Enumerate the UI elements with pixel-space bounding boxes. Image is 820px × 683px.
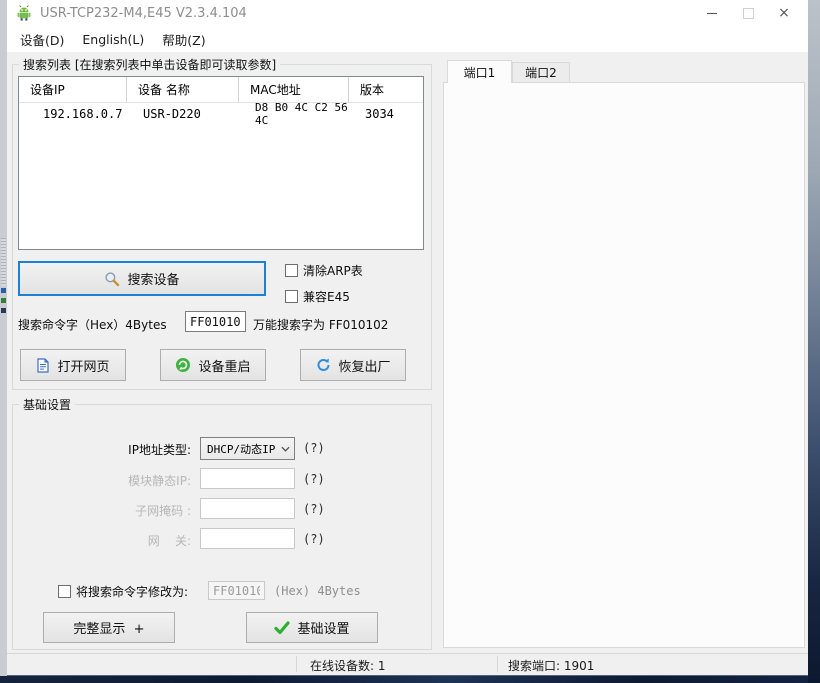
device-table-header: 设备IP 设备 名称 MAC地址 版本	[19, 77, 423, 103]
minimize-button[interactable]	[694, 0, 730, 26]
menu-bar: 设备(D) English(L) 帮助(Z)	[7, 26, 808, 52]
search-cmd-label: 搜索命令字（Hex）4Bytes	[18, 316, 167, 333]
static-ip-input[interactable]	[200, 468, 295, 489]
col-version: 版本	[349, 77, 423, 102]
online-devices-status: 在线设备数: 1	[310, 657, 386, 674]
cell-version: 3034	[349, 107, 423, 121]
search-list-group-title: 搜索列表 [在搜索列表中单击设备即可读取参数]	[19, 56, 280, 73]
modify-cmd-checkbox[interactable]: 将搜索命令字修改为:	[58, 583, 188, 600]
checkbox-icon	[285, 264, 298, 277]
basic-settings-apply-button[interactable]: 基础设置	[246, 612, 378, 643]
background-mini-icon	[1, 288, 6, 293]
tab-port1-label: 端口1	[464, 64, 496, 81]
col-device-name: 设备 名称	[127, 77, 239, 102]
app-robot-icon	[16, 5, 32, 21]
background-mini-icon	[1, 308, 6, 313]
window-title: USR-TCP232-M4,E45 V2.3.4.104	[40, 6, 247, 21]
search-device-button[interactable]: 搜索设备	[18, 261, 266, 296]
basic-settings-apply-label: 基础设置	[297, 618, 349, 637]
help-link[interactable]: (?)	[303, 441, 325, 455]
modify-cmd-input[interactable]	[208, 581, 265, 600]
gateway-input[interactable]	[200, 528, 295, 549]
ip-type-label: IP地址类型:	[79, 441, 191, 458]
static-ip-label: 模块静态IP:	[79, 472, 191, 489]
background-scrollbar-texture	[1, 238, 6, 286]
background-mini-icon	[1, 298, 6, 303]
minimize-icon	[707, 13, 717, 14]
chevron-down-icon	[281, 446, 290, 452]
port1-tab-page	[443, 82, 805, 648]
compat-e45-checkbox[interactable]: 兼容E45	[285, 288, 350, 305]
tab-port1[interactable]: 端口1	[447, 60, 512, 83]
webpage-icon	[36, 358, 50, 373]
cell-device-name: USR-D220	[127, 107, 239, 121]
menu-english[interactable]: English(L)	[73, 29, 153, 50]
desktop-background	[808, 0, 820, 683]
col-mac: MAC地址	[239, 77, 349, 102]
universal-cmd-text: 万能搜索字为 FF010102	[253, 316, 388, 333]
clear-arp-checkbox[interactable]: 清除ARP表	[285, 262, 363, 279]
full-display-label: 完整显示 +	[73, 618, 144, 637]
close-icon: ×	[778, 6, 790, 20]
modify-cmd-label: 将搜索命令字修改为:	[76, 583, 188, 600]
compat-e45-label: 兼容E45	[303, 288, 350, 305]
status-separator	[497, 656, 498, 672]
restart-device-label: 设备重启	[198, 356, 250, 375]
open-webpage-button[interactable]: 打开网页	[20, 349, 126, 381]
close-button[interactable]: ×	[766, 0, 802, 26]
search-icon	[104, 271, 120, 287]
restart-device-button[interactable]: 设备重启	[160, 349, 266, 381]
maximize-icon	[743, 8, 754, 19]
clear-arp-label: 清除ARP表	[303, 262, 363, 279]
search-cmd-input[interactable]	[185, 311, 246, 332]
full-display-button[interactable]: 完整显示 +	[43, 612, 175, 643]
status-separator	[296, 656, 297, 672]
ip-type-value: DHCP/动态IP	[207, 441, 275, 457]
status-bar	[7, 653, 808, 675]
tab-port2-label: 端口2	[525, 64, 557, 81]
gateway-label: 网 关:	[79, 532, 191, 549]
help-link[interactable]: (?)	[303, 472, 325, 486]
maximize-button[interactable]	[730, 0, 766, 26]
subnet-mask-input[interactable]	[200, 498, 295, 519]
search-device-label: 搜索设备	[127, 269, 179, 288]
cell-mac: D8 B0 4C C2 56 4C	[239, 101, 349, 127]
checkbox-icon	[285, 290, 298, 303]
menu-help[interactable]: 帮助(Z)	[153, 27, 214, 52]
device-table: 设备IP 设备 名称 MAC地址 版本 192.168.0.7 USR-D220…	[18, 76, 424, 250]
factory-reset-label: 恢复出厂	[338, 356, 390, 375]
open-webpage-label: 打开网页	[57, 356, 109, 375]
factory-reset-button[interactable]: 恢复出厂	[300, 349, 406, 381]
table-row[interactable]: 192.168.0.7 USR-D220 D8 B0 4C C2 56 4C 3…	[19, 103, 423, 125]
help-link[interactable]: (?)	[303, 502, 325, 516]
factory-reset-icon	[315, 357, 331, 373]
basic-settings-group-title: 基础设置	[19, 396, 75, 413]
subnet-mask-label: 子网掩码 :	[79, 502, 191, 519]
ip-type-combo[interactable]: DHCP/动态IP	[200, 437, 295, 460]
menu-device[interactable]: 设备(D)	[11, 27, 73, 52]
title-bar: USR-TCP232-M4,E45 V2.3.4.104 ×	[7, 0, 808, 26]
tab-port2[interactable]: 端口2	[512, 62, 570, 83]
check-icon	[274, 621, 290, 635]
app-window: USR-TCP232-M4,E45 V2.3.4.104 × 设备(D) Eng…	[7, 0, 808, 676]
checkbox-icon	[58, 585, 71, 598]
help-link[interactable]: (?)	[303, 532, 325, 546]
col-device-ip: 设备IP	[19, 77, 127, 102]
restart-icon	[175, 357, 191, 373]
search-port-status: 搜索端口: 1901	[508, 657, 594, 674]
cell-device-ip: 192.168.0.7	[19, 107, 127, 121]
modify-cmd-hint: (Hex) 4Bytes	[274, 584, 361, 598]
